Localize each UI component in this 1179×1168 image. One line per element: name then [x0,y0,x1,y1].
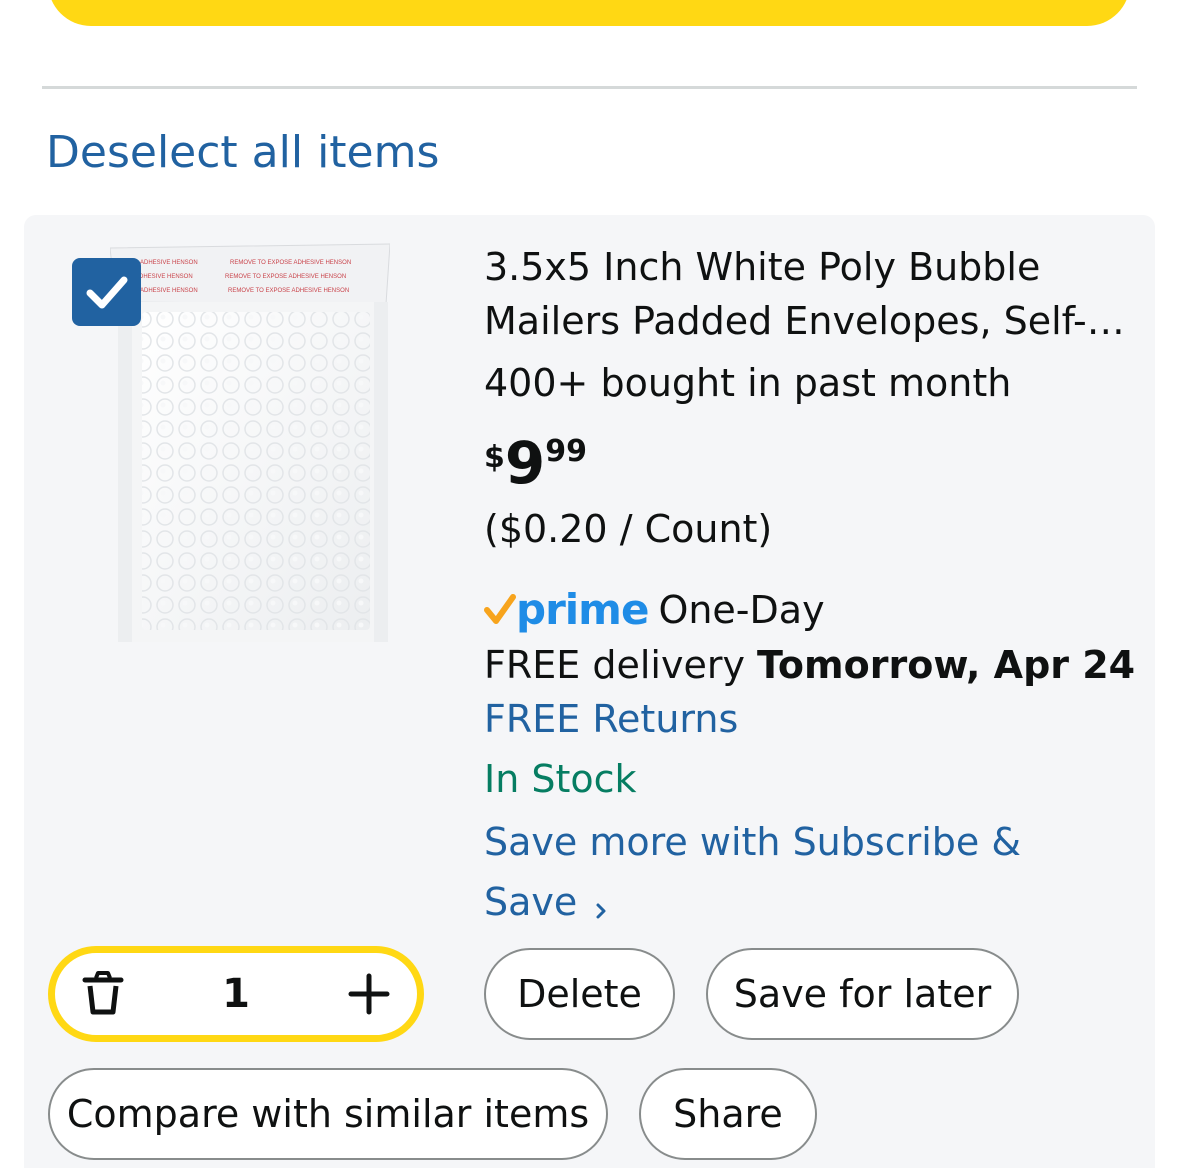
trash-icon[interactable] [81,970,125,1018]
delivery-date: Tomorrow, Apr 24 [757,643,1136,687]
divider [42,86,1137,89]
price: $ 9 99 [484,432,1144,498]
svg-text:ADHESIVE HENSON: ADHESIVE HENSON [135,274,193,280]
quantity-value: 1 [222,971,250,1017]
svg-text:REMOVE TO EXPOSE ADHESIVE HENS: REMOVE TO EXPOSE ADHESIVE HENSON [225,274,346,280]
item-details: 3.5x5 Inch White Poly Bubble Mailers Pad… [484,240,1144,932]
prime-logo: prime [484,585,649,635]
stock-status: In Stock [484,757,637,801]
free-returns-link[interactable]: FREE Returns [484,692,1144,746]
svg-text:ADHESIVE HENSON: ADHESIVE HENSON [140,288,198,294]
price-whole: 9 [504,429,546,497]
delivery-prefix: FREE delivery [484,643,745,687]
delete-button[interactable]: Delete [484,948,675,1040]
unit-price: ($0.20 / Count) [484,507,773,551]
plus-icon[interactable] [347,972,391,1016]
save-for-later-button[interactable]: Save for later [706,948,1019,1040]
product-title-link[interactable]: 3.5x5 Inch White Poly Bubble Mailers Pad… [484,240,1132,348]
subscribe-save-link[interactable]: Save more with Subscribe & Save [484,812,1044,932]
product-image[interactable]: ADHESIVE HENSON REMOVE TO EXPOSE ADHESIV… [110,242,390,642]
cart-page: Deselect all items ADHESIVE HENSON REMOV… [0,0,1179,1168]
svg-text:REMOVE TO EXPOSE ADHESIVE HENS: REMOVE TO EXPOSE ADHESIVE HENSON [228,288,349,294]
price-symbol: $ [484,440,505,475]
deselect-all-link[interactable]: Deselect all items [46,124,439,182]
prime-badge: prime One-Day [484,582,1144,638]
quantity-stepper: 1 [48,946,424,1042]
prime-speed-label: One-Day [658,588,825,632]
svg-text:REMOVE TO EXPOSE ADHESIVE HENS: REMOVE TO EXPOSE ADHESIVE HENSON [230,260,351,266]
delivery-info: FREE delivery Tomorrow, Apr 24 [484,638,1144,692]
price-fraction: 99 [545,434,587,469]
chevron-right-icon [596,903,606,919]
proceed-to-checkout-button[interactable] [48,0,1130,26]
compare-similar-button[interactable]: Compare with similar items [48,1068,608,1160]
prime-logo-word: prime [516,585,649,634]
bought-count: 400+ bought in past month [484,361,1012,405]
checkmark-icon [86,276,128,309]
item-select-checkbox[interactable] [72,258,141,326]
share-button[interactable]: Share [639,1068,817,1160]
svg-text:ADHESIVE HENSON: ADHESIVE HENSON [140,260,198,266]
subscribe-save-label: Save more with Subscribe & Save [484,820,1021,924]
prime-check-icon [484,594,516,624]
